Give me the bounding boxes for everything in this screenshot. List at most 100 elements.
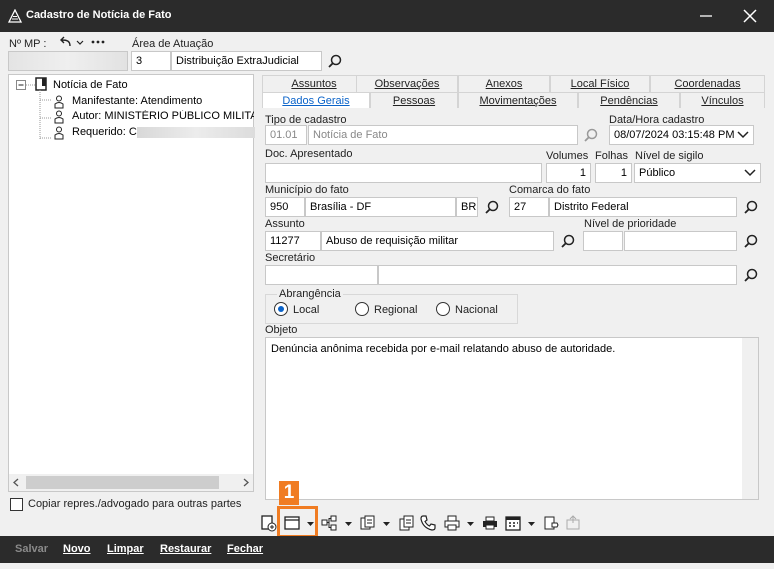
tab-assuntos[interactable]: Assuntos [262,75,366,92]
chevron-down-icon[interactable] [744,168,756,178]
copy-document-icon[interactable] [397,514,415,532]
annotation-highlight [277,506,318,538]
tab-coordenadas[interactable]: Coordenadas [650,75,765,92]
dropdown-arrow-icon[interactable] [76,36,84,48]
back-arrow-icon[interactable] [58,36,72,48]
tab-observacoes[interactable]: Observações [356,75,458,92]
tree-item-manifestante[interactable]: Manifestante: Atendimento [72,95,202,107]
clear-button[interactable]: Limpar [107,543,144,555]
minimize-icon[interactable] [694,4,718,28]
copy-representative-checkbox[interactable] [10,498,23,511]
save-button[interactable]: Salvar [15,543,48,555]
tree-lines [39,90,51,140]
tree-horizontal-scrollbar[interactable] [9,474,253,491]
datahora-picker[interactable]: 08/07/2024 03:15:48 PM [609,125,754,145]
tree-item-requerido[interactable]: Requerido: C [72,126,255,138]
dropdown-arrow-icon[interactable] [467,521,474,527]
search-icon[interactable] [743,267,759,283]
phone-icon[interactable] [419,514,437,532]
nmp-label: Nº MP : [9,38,47,50]
search-icon[interactable] [583,127,599,143]
volumes-label: Volumes [546,150,589,162]
doc-apresentado-label: Doc. Apresentado [265,148,353,160]
action-bar: Salvar Novo Limpar Restaurar Fechar [0,536,774,563]
tab-local-fisico[interactable]: Local Físico [550,75,650,92]
municipio-label: Município do fato [265,184,349,196]
municipio-uf-input[interactable]: BR [456,197,478,217]
new-document-icon[interactable] [259,514,277,532]
prioridade-code-input[interactable] [583,231,623,251]
area-code-input[interactable]: 3 [131,51,171,71]
doc-apresentado-input[interactable] [265,163,542,183]
print-label-icon[interactable] [481,514,499,532]
area-label: Área de Atuação [132,38,214,50]
hierarchy-icon[interactable] [320,514,338,532]
document-icon [35,77,47,91]
search-icon[interactable] [743,233,759,249]
scroll-left-icon[interactable] [12,478,20,487]
tree-item-autor[interactable]: Autor: MINISTÉRIO PÚBLICO MILITAR [72,110,254,122]
documents-edit-icon[interactable] [359,514,377,532]
radio-regional[interactable] [355,302,369,316]
municipio-code-input[interactable]: 950 [265,197,305,217]
comarca-code-input[interactable]: 27 [509,197,549,217]
chevron-down-icon[interactable] [737,130,749,140]
scroll-right-icon[interactable] [242,478,250,487]
objeto-vertical-scrollbar[interactable] [742,338,758,499]
tab-pessoas[interactable]: Pessoas [370,92,458,109]
tab-movimentacoes[interactable]: Movimentações [458,92,578,109]
dropdown-arrow-icon[interactable] [345,521,352,527]
scroll-thumb[interactable] [26,476,219,489]
more-icon[interactable] [91,39,105,45]
new-button[interactable]: Novo [63,543,91,555]
printer-icon[interactable] [443,514,461,532]
sigilo-value: Público [639,167,676,179]
close-icon[interactable] [738,4,762,28]
volumes-input[interactable]: 1 [546,163,591,183]
search-icon[interactable] [327,53,343,69]
tab-vinculos[interactable]: Vínculos [680,92,765,109]
annotation-number: 1 [279,481,299,505]
secretario-name-input[interactable] [378,265,737,285]
search-icon[interactable] [484,199,500,215]
disabled-export-icon [566,515,580,530]
comarca-name-input[interactable]: Distrito Federal [549,197,737,217]
folhas-label: Folhas [595,150,629,162]
title-bar: Cadastro de Notícia de Fato [0,0,774,32]
secretario-label: Secretário [265,252,316,264]
radio-nacional[interactable] [436,302,450,316]
tree-collapse-icon[interactable] [16,80,36,94]
sigilo-select[interactable]: Público [634,163,761,183]
close-button[interactable]: Fechar [227,543,263,555]
tipo-cadastro-code-input[interactable]: 01.01 [265,125,307,145]
search-icon[interactable] [743,199,759,215]
tree-root-label[interactable]: Notícia de Fato [53,79,128,91]
folhas-input[interactable]: 1 [595,163,632,183]
parties-tree[interactable]: Notícia de Fato Manifestante: Atendiment… [8,74,255,492]
abrangencia-label: Abrangência [277,288,343,300]
radio-nacional-label: Nacional [455,304,498,316]
tab-anexos[interactable]: Anexos [458,75,550,92]
search-icon[interactable] [560,233,576,249]
objeto-textarea[interactable]: Denúncia anônima recebida por e-mail rel… [265,337,759,500]
restore-button[interactable]: Restaurar [160,543,211,555]
tag-document-icon[interactable] [542,514,560,532]
dropdown-arrow-icon[interactable] [528,521,535,527]
calendar-icon[interactable] [504,514,522,532]
tab-pendencias[interactable]: Pendências [578,92,680,109]
area-name-input[interactable]: Distribuição ExtraJudicial [171,51,322,71]
assunto-name-input[interactable]: Abuso de requisição militar [321,231,554,251]
prioridade-name-input[interactable] [624,231,737,251]
radio-local[interactable] [274,302,288,316]
radio-regional-label: Regional [374,304,418,316]
nmp-input[interactable] [8,51,128,71]
person-icon [54,95,64,109]
copy-representative-label: Copiar repres./advogado para outras part… [28,498,242,510]
assunto-code-input[interactable]: 11277 [265,231,321,251]
municipio-name-input[interactable]: Brasília - DF [305,197,456,217]
dropdown-arrow-icon[interactable] [383,521,390,527]
tipo-cadastro-name-input[interactable]: Notícia de Fato [308,125,578,145]
objeto-label: Objeto [265,324,298,336]
secretario-code-input[interactable] [265,265,378,285]
radio-local-label: Local [293,304,320,316]
